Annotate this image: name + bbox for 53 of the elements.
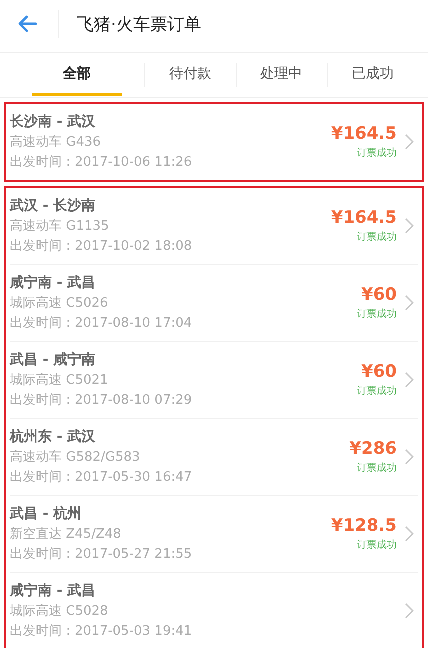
order-status: 订票成功 [357,384,397,398]
route-text: 武昌 - 咸宁南 [10,351,97,369]
price-text: ¥128.5 [331,516,397,536]
departure-time: 出发时间：2017-08-10 17:04 [10,315,194,332]
departure-time: 出发时间：2017-10-06 11:26 [10,154,194,171]
order-item[interactable]: 咸宁南 - 武昌 城际高速 C5028 出发时间：2017-05-03 19:41 [10,573,418,648]
route-text: 咸宁南 - 武昌 [10,274,97,292]
order-item[interactable]: 长沙南 - 武汉 高速动车 G436 出发时间：2017-10-06 11:26 ¥164.5 订票成功 [10,104,418,180]
route-text: 武汉 - 长沙南 [10,197,97,215]
price-text: ¥286 [350,439,397,459]
train-text: 高速动车 G1135 [10,218,110,235]
order-item[interactable]: 咸宁南 - 武昌 城际高速 C5026 出发时间：2017-08-10 17:04 ¥60 订票成功 [10,265,418,342]
filter-tab[interactable]: 已成功 [328,54,418,96]
order-item[interactable]: 杭州东 - 武汉 高速动车 G582/G583 出发时间：2017-05-30 16:47 ¥286 订票成功 [10,419,418,496]
departure-time: 出发时间：2017-10-02 18:08 [10,238,194,255]
order-status: 订票成功 [357,146,397,160]
price-text: ¥164.5 [331,124,397,144]
filter-tab[interactable]: 待付款 [145,54,236,96]
order-item[interactable]: 武昌 - 咸宁南 城际高速 C5021 出发时间：2017-08-10 07:29 ¥60 订票成功 [10,342,418,419]
departure-time: 出发时间：2017-05-27 21:55 [10,546,194,563]
train-text: 高速动车 G436 [10,134,102,151]
train-text: 城际高速 C5028 [10,603,110,620]
route-text: 咸宁南 - 武昌 [10,582,97,600]
chevron-right-icon [405,218,414,234]
train-text: 城际高速 C5026 [10,295,110,312]
departure-time: 出发时间：2017-08-10 07:29 [10,392,194,409]
route-text: 杭州东 - 武汉 [10,428,97,446]
chevron-right-icon [405,134,414,150]
filter-tab[interactable]: 全部 [32,54,122,96]
order-item[interactable]: 武汉 - 长沙南 高速动车 G1135 出发时间：2017-10-02 18:08 ¥164.5 订票成功 [10,188,418,265]
filter-tab[interactable]: 处理中 [236,54,327,96]
page-title: 飞猪·火车票订单 [77,14,202,36]
route-text: 武昌 - 杭州 [10,505,83,523]
chevron-right-icon [405,372,414,388]
price-text: ¥60 [362,362,397,382]
order-status: 订票成功 [357,538,397,552]
train-text: 城际高速 C5021 [10,372,110,389]
departure-time: 出发时间：2017-05-30 16:47 [10,469,194,486]
order-item[interactable]: 武昌 - 杭州 新空直达 Z45/Z48 出发时间：2017-05-27 21:55 ¥128.5 订票成功 [10,496,418,573]
chevron-right-icon [405,603,414,619]
chevron-right-icon [405,449,414,465]
route-text: 长沙南 - 武汉 [10,113,97,131]
order-status: 订票成功 [357,462,397,475]
train-text: 新空直达 Z45/Z48 [10,526,122,543]
order-status: 订票成功 [357,308,397,321]
price-text: ¥164.5 [331,208,397,228]
order-status: 订票成功 [357,230,397,244]
chevron-right-icon [405,526,414,542]
price-text: ¥60 [362,285,397,305]
departure-time: 出发时间：2017-05-03 19:41 [10,623,194,640]
back-arrow-icon[interactable] [18,15,38,33]
train-text: 高速动车 G582/G583 [10,449,142,466]
chevron-right-icon [405,295,414,311]
